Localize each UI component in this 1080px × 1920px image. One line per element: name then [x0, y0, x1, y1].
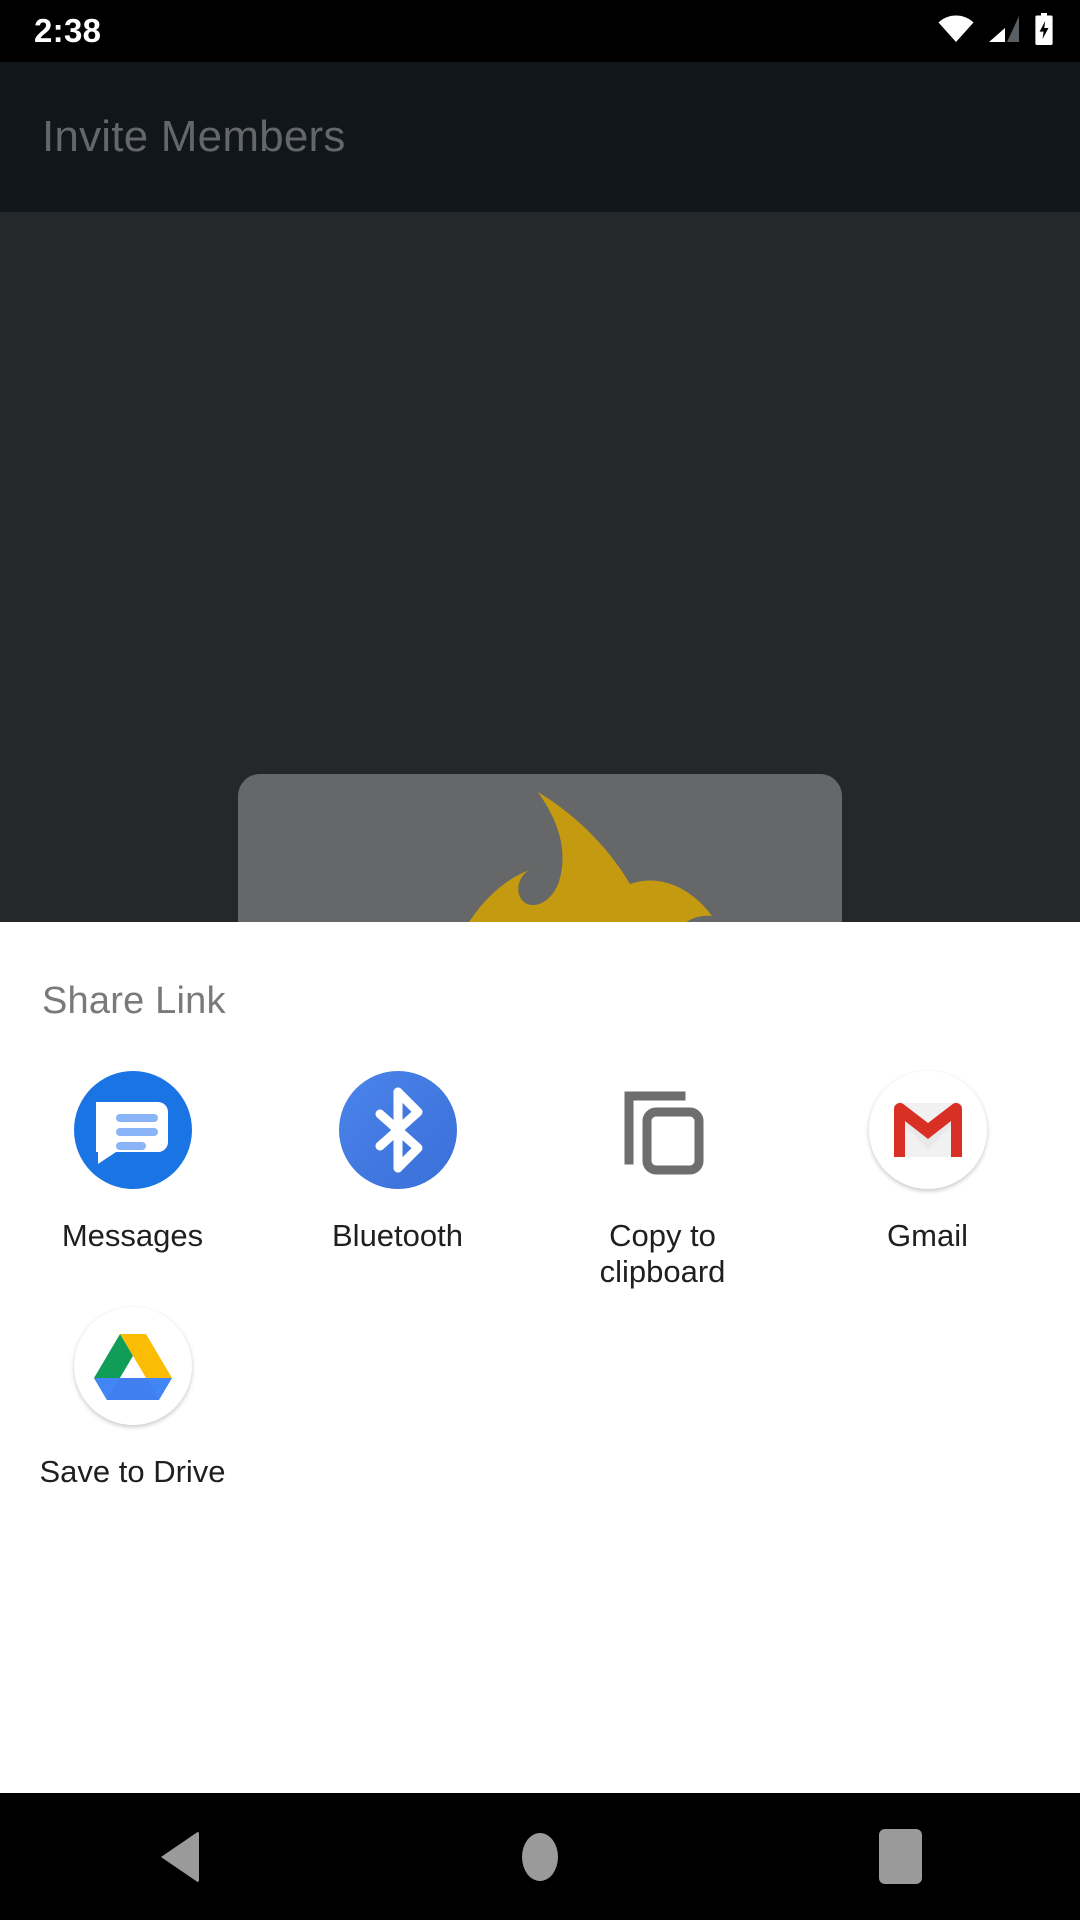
navigation-bar: [0, 1793, 1080, 1920]
home-circle-icon: [522, 1832, 558, 1881]
status-bar: 2:38: [0, 0, 1080, 62]
status-bar-icons: [938, 12, 1054, 50]
gmail-icon: [868, 1070, 988, 1190]
share-target-bluetooth[interactable]: Bluetooth: [265, 1054, 530, 1290]
share-target-grid: Messages Bluetooth Copy to clipboard Gma…: [0, 1054, 1080, 1490]
share-target-gmail[interactable]: Gmail: [795, 1054, 1060, 1290]
share-target-label: Messages: [61, 1218, 204, 1253]
nav-recents-button[interactable]: [720, 1829, 1080, 1884]
share-target-save-to-drive[interactable]: Save to Drive: [0, 1290, 265, 1490]
status-bar-clock: 2:38: [34, 12, 102, 49]
share-target-messages[interactable]: Messages: [0, 1054, 265, 1290]
share-sheet: Share Link Messages Bluetooth Copy to cl…: [0, 922, 1080, 1793]
phone-screen: 2:38 Invite Members Share Link Messages …: [0, 0, 1080, 1920]
share-target-label: Copy to clipboard: [599, 1218, 726, 1289]
cellular-signal-icon: [988, 15, 1020, 48]
share-target-copy-to-clipboard[interactable]: Copy to clipboard: [530, 1054, 795, 1290]
wifi-icon: [938, 15, 974, 48]
page-title: Invite Members: [42, 112, 346, 161]
copy-to-clipboard-icon: [603, 1070, 723, 1190]
bluetooth-icon: [338, 1070, 458, 1190]
app-toolbar: Invite Members: [0, 62, 1080, 212]
messages-icon: [73, 1070, 193, 1190]
share-target-label: Gmail: [887, 1218, 968, 1253]
nav-home-button[interactable]: [360, 1832, 720, 1881]
back-triangle-icon: [161, 1830, 199, 1883]
recents-square-icon: [878, 1829, 922, 1884]
share-sheet-title: Share Link: [42, 980, 226, 1022]
share-target-label: Bluetooth: [332, 1218, 463, 1253]
battery-charging-icon: [1034, 12, 1054, 50]
share-target-label: Save to Drive: [39, 1454, 226, 1489]
google-drive-icon: [73, 1306, 193, 1426]
nav-back-button[interactable]: [0, 1830, 360, 1883]
